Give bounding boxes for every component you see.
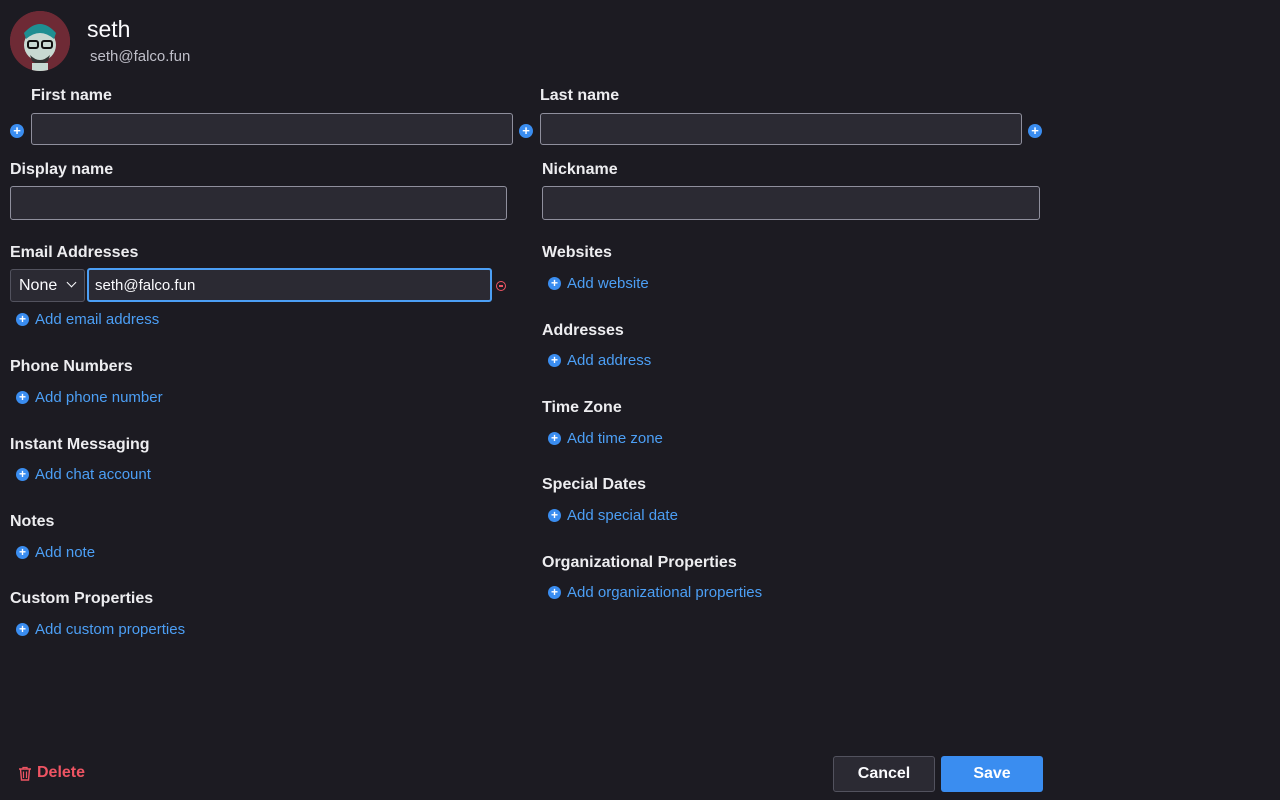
save-button[interactable]: Save (941, 756, 1043, 792)
plus-circle-icon: + (16, 391, 29, 404)
add-custom-label: Add custom properties (35, 621, 186, 638)
last-name-label: Last name (540, 87, 620, 104)
websites-section-label: Websites (542, 244, 612, 261)
avatar[interactable] (10, 11, 70, 71)
add-chat-button[interactable]: + Add chat account (16, 466, 151, 483)
add-email-label: Add email address (35, 311, 160, 328)
last-name-input[interactable] (541, 114, 1021, 144)
trash-icon (19, 766, 31, 781)
first-name-label: First name (31, 87, 112, 104)
add-prefix-icon[interactable]: + (10, 124, 24, 138)
add-email-button[interactable]: + Add email address (16, 311, 159, 328)
add-timezone-label: Add time zone (567, 430, 663, 447)
add-phone-button[interactable]: + Add phone number (16, 389, 163, 406)
add-timezone-button[interactable]: + Add time zone (548, 430, 663, 447)
first-name-input[interactable] (32, 114, 512, 144)
add-org-button[interactable]: + Add organizational properties (548, 584, 762, 601)
contact-email: seth@falco.fun (90, 48, 191, 65)
plus-circle-icon: + (548, 354, 561, 367)
add-special-date-button[interactable]: + Add special date (548, 507, 678, 524)
nickname-field[interactable] (542, 186, 1040, 220)
email-type-select[interactable]: None (10, 269, 85, 302)
plus-circle-icon: + (548, 432, 561, 445)
nickname-input[interactable] (543, 187, 1039, 219)
add-chat-label: Add chat account (35, 466, 151, 483)
add-special-date-label: Add special date (567, 507, 678, 524)
email-field[interactable] (87, 268, 492, 302)
custom-section-label: Custom Properties (10, 590, 154, 607)
plus-circle-icon: + (548, 509, 561, 522)
email-input[interactable] (89, 270, 490, 300)
add-custom-button[interactable]: + Add custom properties (16, 621, 185, 638)
add-address-button[interactable]: + Add address (548, 352, 651, 369)
plus-circle-icon: + (16, 468, 29, 481)
special-dates-section-label: Special Dates (542, 476, 647, 493)
add-org-label: Add organizational properties (567, 584, 763, 601)
add-website-button[interactable]: + Add website (548, 275, 649, 292)
add-suffix-icon[interactable]: + (1028, 124, 1042, 138)
add-middle-name-icon[interactable]: + (519, 124, 533, 138)
email-type-value: None (19, 276, 58, 294)
chevron-down-icon (66, 277, 77, 288)
plus-circle-icon: + (548, 277, 561, 290)
delete-label: Delete (37, 764, 86, 781)
last-name-field[interactable] (540, 113, 1022, 145)
addresses-section-label: Addresses (542, 322, 624, 339)
plus-circle-icon: + (548, 586, 561, 599)
display-name-input[interactable] (11, 187, 506, 219)
phone-section-label: Phone Numbers (10, 358, 133, 375)
plus-circle-icon: + (16, 313, 29, 326)
cancel-button[interactable]: Cancel (833, 756, 935, 792)
contact-name: seth (87, 16, 131, 42)
display-name-field[interactable] (10, 186, 507, 220)
add-address-label: Add address (567, 352, 652, 369)
add-phone-label: Add phone number (35, 389, 163, 406)
first-name-field[interactable] (31, 113, 513, 145)
plus-circle-icon: + (16, 623, 29, 636)
delete-button[interactable]: Delete (18, 764, 85, 782)
remove-email-icon[interactable] (496, 281, 506, 291)
org-section-label: Organizational Properties (542, 554, 737, 571)
add-note-button[interactable]: + Add note (16, 544, 95, 561)
email-section-label: Email Addresses (10, 244, 139, 261)
im-section-label: Instant Messaging (10, 436, 150, 453)
nickname-label: Nickname (542, 161, 618, 178)
display-name-label: Display name (10, 161, 114, 178)
plus-circle-icon: + (16, 546, 29, 559)
timezone-section-label: Time Zone (542, 399, 622, 416)
add-website-label: Add website (567, 275, 649, 292)
add-note-label: Add note (35, 544, 96, 561)
notes-section-label: Notes (10, 513, 55, 530)
